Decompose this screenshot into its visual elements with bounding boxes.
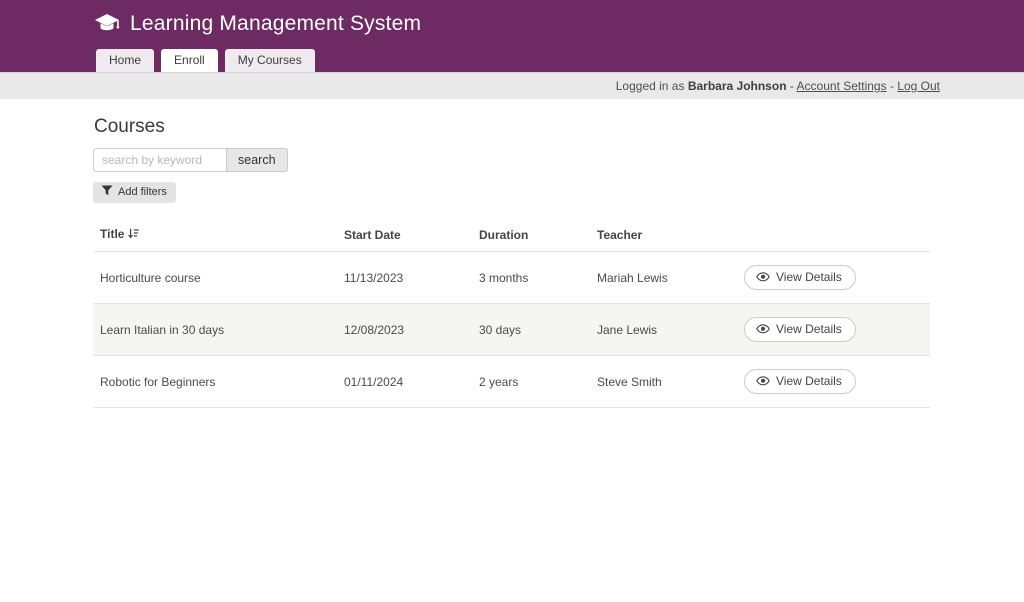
user-bar: Logged in as Barbara Johnson - Account S… <box>0 72 1024 99</box>
search-button[interactable]: search <box>227 148 288 172</box>
brand: Learning Management System <box>94 12 421 36</box>
view-details-button[interactable]: View Details <box>744 265 856 290</box>
column-header-teacher[interactable]: Teacher <box>590 217 737 252</box>
search-input[interactable] <box>93 148 227 172</box>
table-row: Learn Italian in 30 days 12/08/2023 30 d… <box>93 304 930 356</box>
column-header-title[interactable]: Title <box>93 217 337 252</box>
tab-my-courses[interactable]: My Courses <box>225 49 315 72</box>
account-settings-link[interactable]: Account Settings <box>797 79 887 93</box>
course-title-cell: Horticulture course <box>93 252 337 304</box>
search-row: search <box>93 148 930 172</box>
main-nav: Home Enroll My Courses <box>96 49 315 72</box>
view-details-button[interactable]: View Details <box>744 369 856 394</box>
log-out-link[interactable]: Log Out <box>897 79 940 93</box>
graduation-cap-icon <box>94 13 120 35</box>
view-details-button[interactable]: View Details <box>744 317 856 342</box>
actions-cell: View Details <box>737 252 930 304</box>
table-header-row: Title Start Date Duration Teacher <box>93 217 930 252</box>
teacher-cell: Steve Smith <box>590 356 737 408</box>
user-name: Barbara Johnson <box>688 79 787 93</box>
funnel-icon <box>101 185 113 199</box>
view-details-label: View Details <box>776 270 842 284</box>
sort-amount-down-icon <box>128 228 139 242</box>
separator: - <box>790 79 794 93</box>
eye-icon <box>756 376 770 386</box>
courses-table: Title Start Date Duration Teacher <box>93 217 930 408</box>
eye-icon <box>756 324 770 334</box>
column-header-actions <box>737 217 930 252</box>
tab-home[interactable]: Home <box>96 49 154 72</box>
duration-cell: 2 years <box>472 356 590 408</box>
view-details-label: View Details <box>776 374 842 388</box>
course-title-cell: Learn Italian in 30 days <box>93 304 337 356</box>
course-title-cell: Robotic for Beginners <box>93 356 337 408</box>
eye-icon <box>756 272 770 282</box>
app-header: Learning Management System Home Enroll M… <box>0 0 1024 72</box>
tab-enroll[interactable]: Enroll <box>161 49 218 72</box>
add-filters-label: Add filters <box>118 186 167 198</box>
logged-in-label: Logged in as <box>616 79 685 93</box>
table-row: Horticulture course 11/13/2023 3 months … <box>93 252 930 304</box>
column-header-start-date[interactable]: Start Date <box>337 217 472 252</box>
app-title: Learning Management System <box>130 12 421 36</box>
separator: - <box>890 79 894 93</box>
start-date-cell: 12/08/2023 <box>337 304 472 356</box>
actions-cell: View Details <box>737 356 930 408</box>
duration-cell: 30 days <box>472 304 590 356</box>
column-header-duration[interactable]: Duration <box>472 217 590 252</box>
start-date-cell: 01/11/2024 <box>337 356 472 408</box>
actions-cell: View Details <box>737 304 930 356</box>
duration-cell: 3 months <box>472 252 590 304</box>
main-content: Courses search Add filters Title <box>93 116 930 408</box>
teacher-cell: Jane Lewis <box>590 304 737 356</box>
start-date-cell: 11/13/2023 <box>337 252 472 304</box>
page-title: Courses <box>94 116 930 138</box>
teacher-cell: Mariah Lewis <box>590 252 737 304</box>
table-row: Robotic for Beginners 01/11/2024 2 years… <box>93 356 930 408</box>
view-details-label: View Details <box>776 322 842 336</box>
add-filters-button[interactable]: Add filters <box>93 182 176 203</box>
